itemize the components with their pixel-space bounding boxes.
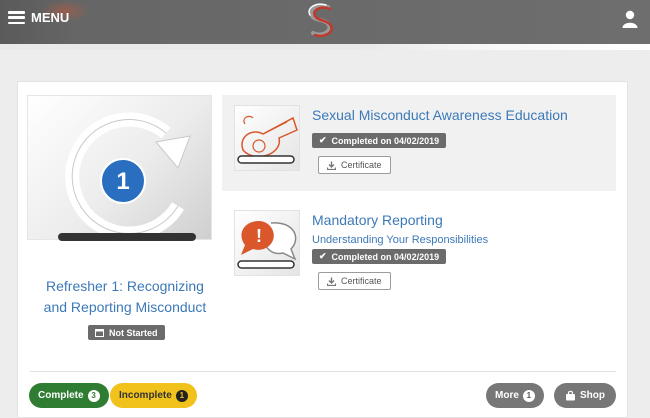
more-button[interactable]: More 1 <box>486 383 544 408</box>
shop-label: Shop <box>580 390 605 401</box>
check-icon: ✔ <box>319 251 327 261</box>
status-text: Not Started <box>109 327 158 338</box>
menu-button[interactable]: MENU <box>8 10 69 25</box>
incomplete-label: Incomplete <box>119 390 172 401</box>
more-label: More <box>495 390 519 401</box>
user-icon[interactable] <box>622 10 638 28</box>
featured-course-title[interactable]: Refresher 1: Recognizing and Reporting M… <box>30 276 220 318</box>
incomplete-filter-button[interactable]: Incomplete 1 <box>110 383 197 408</box>
course-2-image[interactable]: ! <box>234 210 300 276</box>
course-1-image[interactable] <box>234 105 300 171</box>
course-2-certificate-button[interactable]: Certificate <box>318 272 391 290</box>
complete-count: 3 <box>87 389 100 402</box>
status-badge: Not Started <box>88 325 165 340</box>
shopping-bag-icon <box>566 390 575 401</box>
download-icon <box>327 277 336 286</box>
course-1-title[interactable]: Sexual Misconduct Awareness Education <box>312 107 568 123</box>
course-2-status-text: Completed on 04/02/2019 <box>331 251 440 262</box>
whistle-icon <box>237 115 298 164</box>
course-2-title[interactable]: Mandatory Reporting <box>312 212 443 228</box>
speech-bubbles-icon: ! <box>237 221 297 269</box>
header-strip <box>0 44 650 50</box>
featured-number: 1 <box>116 168 129 195</box>
featured-course-image[interactable]: 1 <box>27 95 212 241</box>
course-item-1: Sexual Misconduct Awareness Education ✔ … <box>222 95 616 191</box>
complete-label: Complete <box>38 390 84 401</box>
more-count: 1 <box>522 389 535 402</box>
logo-icon <box>308 3 333 38</box>
course-1-certificate-label: Certificate <box>341 160 382 170</box>
course-item-2: ! Mandatory Reporting Understanding Your… <box>222 200 616 296</box>
calendar-icon <box>95 329 104 337</box>
complete-filter-button[interactable]: Complete 3 <box>29 383 109 408</box>
number-circle: 1 <box>100 158 146 204</box>
course-2-subtitle: Understanding Your Responsibilities <box>312 234 489 246</box>
divider <box>30 371 616 372</box>
hamburger-icon <box>8 11 25 24</box>
featured-title-line2: and Reporting Misconduct <box>43 299 207 315</box>
menu-label: MENU <box>31 10 70 25</box>
course-1-status-badge: ✔ Completed on 04/02/2019 <box>312 133 447 148</box>
top-bar: MENU <box>0 0 650 44</box>
course-2-status-badge: ✔ Completed on 04/02/2019 <box>312 249 447 264</box>
check-icon: ✔ <box>319 135 327 145</box>
shop-button[interactable]: Shop <box>554 383 616 408</box>
course-1-certificate-button[interactable]: Certificate <box>318 156 391 174</box>
course-1-status-text: Completed on 04/02/2019 <box>331 135 440 146</box>
incomplete-count: 1 <box>175 389 188 402</box>
svg-text:!: ! <box>256 226 262 246</box>
course-2-certificate-label: Certificate <box>341 276 382 286</box>
download-icon <box>327 161 336 170</box>
featured-title-line1: Refresher 1: Recognizing <box>46 278 204 294</box>
